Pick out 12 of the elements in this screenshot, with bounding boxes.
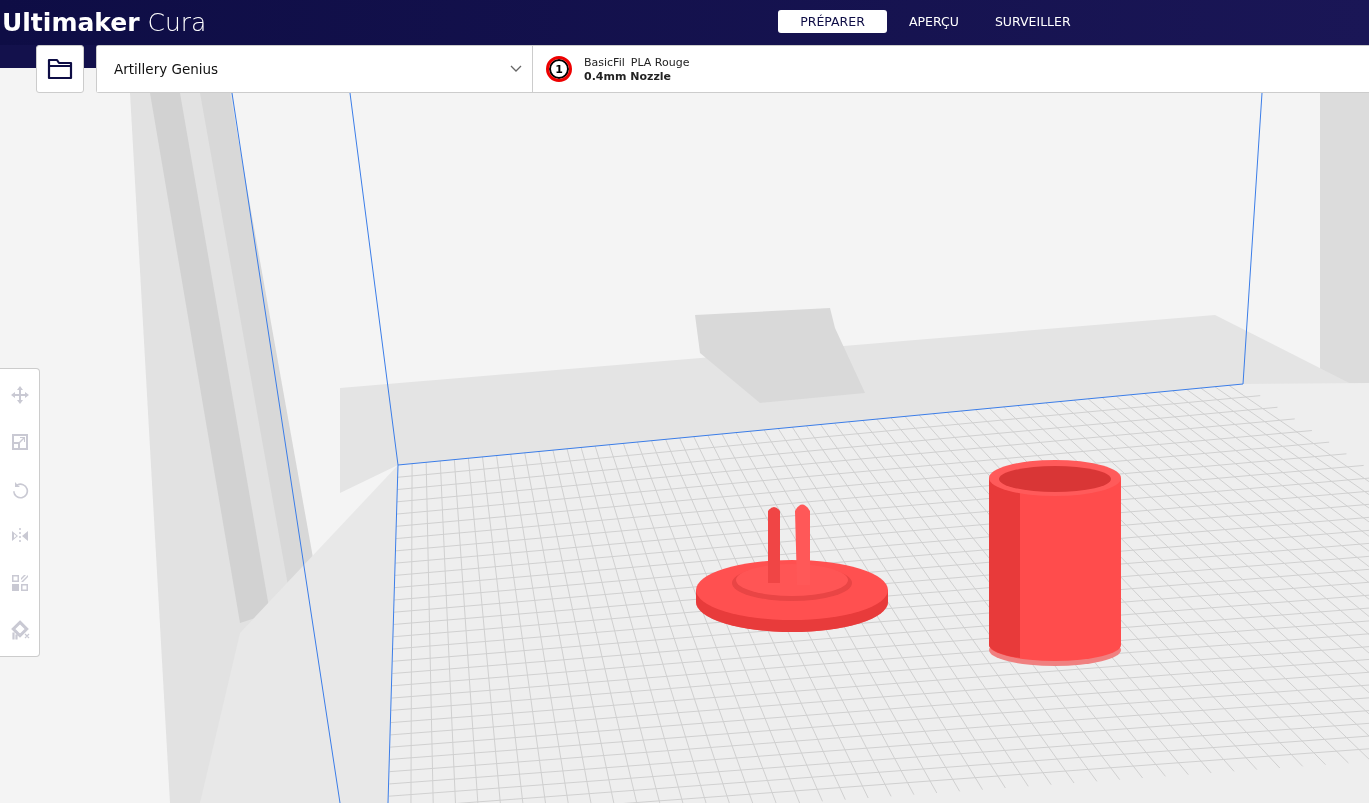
stage-tab[interactable]: PRÉPARER <box>778 10 887 33</box>
chevron-down-icon <box>510 65 522 73</box>
stage-tab[interactable]: APERÇU <box>895 10 973 33</box>
nozzle-label: 0.4mm Nozzle <box>584 69 673 83</box>
material-name: PLA Rouge <box>630 55 690 69</box>
app-logo: Ultimaker Cura <box>1 8 207 37</box>
printer-selector[interactable]: Artillery Genius <box>97 46 533 92</box>
stage-tab[interactable]: SURVEILLER <box>980 10 1085 33</box>
extruder-badge: 1 <box>546 56 572 82</box>
folder-icon <box>47 58 73 80</box>
material-brand: BasicFil <box>584 55 625 69</box>
open-file-button[interactable] <box>36 45 84 93</box>
